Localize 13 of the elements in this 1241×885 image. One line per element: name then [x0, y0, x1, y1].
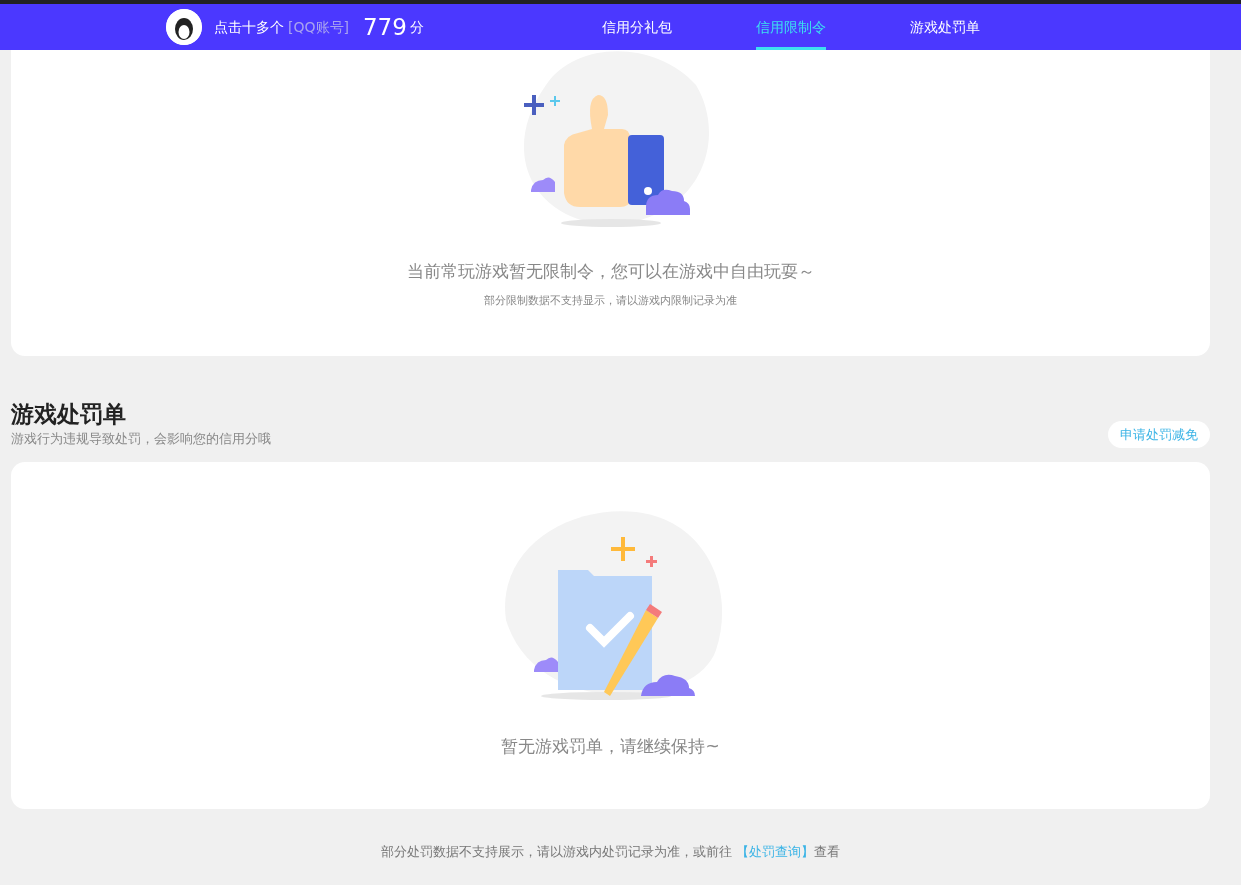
- section-subtitle: 游戏行为违规导致处罚，会影响您的信用分哦: [11, 429, 271, 448]
- section-title: 游戏处罚单: [11, 401, 127, 429]
- empty-message: 暂无游戏罚单，请继续保持~: [501, 735, 720, 759]
- empty-message: 当前常玩游戏暂无限制令，您可以在游戏中自由玩耍～: [406, 260, 815, 283]
- credit-score: 779: [362, 12, 407, 42]
- account-hint: [QQ账号]: [288, 17, 349, 37]
- nav-tab[interactable]: 游戏处罚单: [909, 4, 980, 50]
- score-unit: 分: [409, 17, 424, 37]
- avatar-icon: [166, 9, 202, 45]
- user-name[interactable]: 点击十多个: [214, 16, 284, 38]
- nav-tab[interactable]: 信用分礼包: [601, 4, 672, 50]
- footer-note: 部分处罚数据不支持展示，请以游戏内处罚记录为准，或前往 【处罚查询】查看: [380, 844, 841, 860]
- restriction-note: 部分限制数据不支持显示，请以游戏内限制记录为准: [484, 292, 737, 309]
